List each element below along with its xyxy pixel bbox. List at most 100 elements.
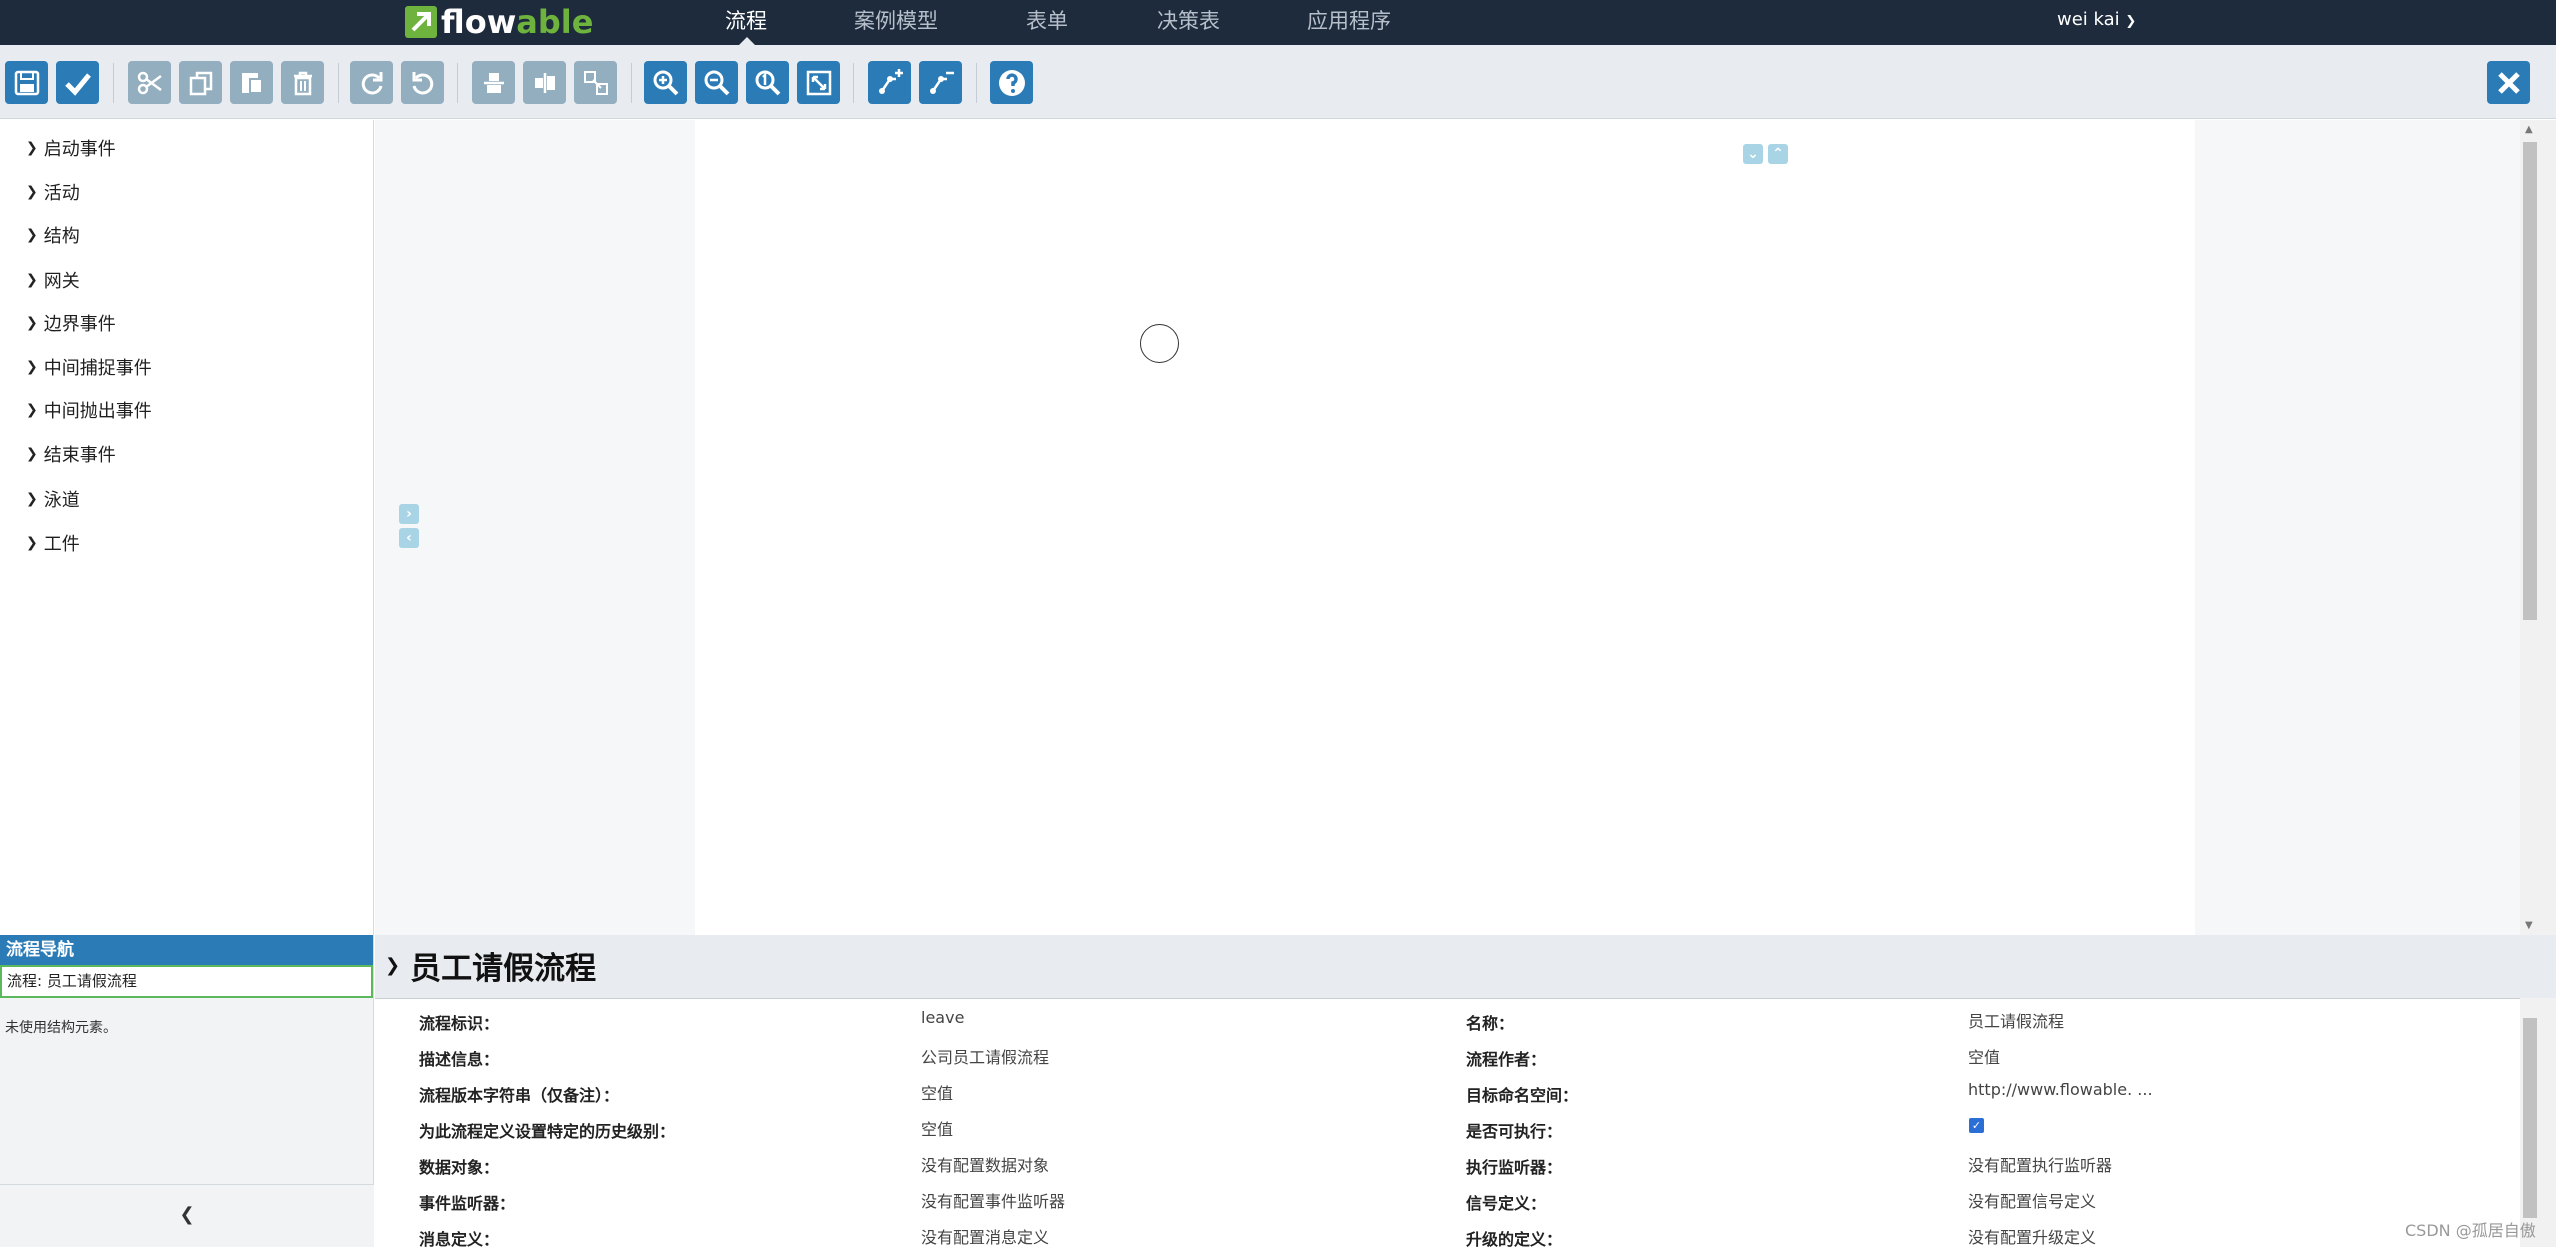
nav-tab-apps[interactable]: 应用程序 — [1307, 0, 1391, 45]
help-button[interactable] — [990, 61, 1033, 104]
logo-text: flowable — [441, 3, 594, 41]
scroll-down-icon[interactable]: ▼ — [2525, 920, 2533, 931]
properties-scrollbar[interactable] — [2520, 998, 2556, 1247]
active-tab-indicator — [739, 37, 755, 45]
property-label: 流程标识： — [419, 1014, 500, 1033]
property-label: 描述信息： — [419, 1050, 500, 1069]
collapse-navigator-button[interactable]: ❮ — [0, 1184, 374, 1247]
property-value-process-id[interactable]: leave — [921, 1008, 964, 1027]
canvas-area[interactable]: ⌄ ⌃ › ‹ — [375, 120, 2520, 935]
close-editor-button[interactable] — [2487, 61, 2530, 104]
save-button[interactable] — [5, 61, 48, 104]
scrollbar-thumb[interactable] — [2523, 1018, 2537, 1218]
chevron-right-icon: ❯ — [26, 402, 38, 418]
property-label: 信号定义： — [1466, 1194, 1547, 1213]
executable-checkbox[interactable]: ✓ — [1969, 1118, 1984, 1133]
chevron-right-icon: ❯ — [26, 227, 38, 243]
chevron-right-icon: ❯ — [26, 184, 38, 200]
expand-right-icon[interactable]: › — [399, 504, 419, 524]
navigator-title: 流程导航 — [0, 935, 373, 965]
nav-tab-case-model[interactable]: 案例模型 — [854, 0, 938, 45]
copy-button[interactable] — [179, 61, 222, 104]
nav-tab-decision-tables[interactable]: 决策表 — [1157, 0, 1220, 45]
palette-group-activities[interactable]: ❯ 活动 — [26, 179, 80, 205]
property-value-target-namespace[interactable]: http://www.flowable. ... — [1968, 1080, 2153, 1099]
palette-group-intermediate-catching[interactable]: ❯ 中间捕捉事件 — [26, 354, 152, 380]
align-horizontal-icon — [483, 72, 504, 93]
property-value-history-level[interactable]: 空值 — [921, 1116, 953, 1140]
property-value-message-definitions[interactable]: 没有配置消息定义 — [921, 1224, 1049, 1248]
cut-button[interactable] — [128, 61, 171, 104]
align-vertical-icon — [534, 72, 555, 93]
align-horizontal-button[interactable] — [472, 61, 515, 104]
same-size-icon — [583, 70, 608, 95]
palette-group-swimlanes[interactable]: ❯ 泳道 — [26, 486, 80, 512]
top-navbar: flowable 流程 案例模型 表单 决策表 应用程序 wei kai ❯ — [0, 0, 2556, 45]
chevron-down-icon: ❯ — [2125, 14, 2137, 29]
watermark: CSDN @孤居自傲 — [2405, 1221, 2536, 1240]
redo-button[interactable] — [350, 61, 393, 104]
properties-header[interactable]: ❯ 员工请假流程 — [385, 945, 597, 987]
zoom-in-icon — [653, 70, 678, 95]
zoom-fit-button[interactable] — [797, 61, 840, 104]
chevron-right-icon: ❯ — [26, 535, 38, 551]
start-event-shape[interactable] — [1140, 324, 1179, 363]
palette-group-end-events[interactable]: ❯ 结束事件 — [26, 441, 116, 467]
add-bendpoint-button[interactable] — [868, 61, 911, 104]
property-label: 事件监听器： — [419, 1194, 516, 1213]
property-value-escalation-definitions[interactable]: 没有配置升级定义 — [1968, 1224, 2096, 1248]
property-value-version[interactable]: 空值 — [921, 1080, 953, 1104]
zoom-out-button[interactable] — [695, 61, 738, 104]
help-icon — [998, 69, 1025, 96]
property-label: 目标命名空间： — [1466, 1086, 1579, 1105]
close-icon — [2497, 71, 2520, 94]
flowable-logo[interactable]: flowable — [405, 2, 593, 42]
user-name: wei kai — [2057, 9, 2120, 30]
property-label: 消息定义： — [419, 1230, 500, 1249]
scroll-up-icon[interactable]: ▲ — [2525, 124, 2533, 135]
collapse-up-icon[interactable]: ⌃ — [1768, 144, 1788, 164]
undo-icon — [412, 71, 433, 94]
palette-group-start-events[interactable]: ❯ 启动事件 — [26, 135, 116, 161]
navigator-process-item[interactable]: 流程: 员工请假流程 — [0, 965, 373, 998]
remove-bendpoint-button[interactable] — [919, 61, 962, 104]
toolbar-separator — [976, 63, 977, 103]
delete-button[interactable] — [281, 61, 324, 104]
property-label: 执行监听器： — [1466, 1158, 1563, 1177]
palette-group-structural[interactable]: ❯ 结构 — [26, 222, 80, 248]
palette-group-artifacts[interactable]: ❯ 工件 — [26, 530, 80, 556]
diagram-canvas[interactable]: ⌄ ⌃ — [695, 120, 2195, 935]
zoom-actual-button[interactable] — [746, 61, 789, 104]
canvas-scrollbar[interactable]: ▲ ▼ — [2520, 120, 2556, 935]
property-value-execution-listeners[interactable]: 没有配置执行监听器 — [1968, 1152, 2112, 1176]
properties-title: 员工请假流程 — [410, 950, 597, 987]
collapse-left-icon[interactable]: ‹ — [399, 528, 419, 548]
property-value-signal-definitions[interactable]: 没有配置信号定义 — [1968, 1188, 2096, 1212]
validate-button[interactable] — [56, 61, 99, 104]
zoom-actual-icon — [755, 70, 780, 95]
undo-button[interactable] — [401, 61, 444, 104]
check-icon — [64, 72, 91, 96]
nav-tab-forms[interactable]: 表单 — [1026, 0, 1068, 45]
palette-group-intermediate-throwing[interactable]: ❯ 中间抛出事件 — [26, 397, 152, 423]
property-value-author[interactable]: 空值 — [1968, 1044, 2000, 1068]
zoom-in-button[interactable] — [644, 61, 687, 104]
expand-down-icon[interactable]: ⌄ — [1743, 144, 1763, 164]
property-value-data-objects[interactable]: 没有配置数据对象 — [921, 1152, 1049, 1176]
chevron-right-icon: ❯ — [26, 140, 38, 156]
paste-button[interactable] — [230, 61, 273, 104]
align-vertical-button[interactable] — [523, 61, 566, 104]
same-size-button[interactable] — [574, 61, 617, 104]
user-menu[interactable]: wei kai ❯ — [2057, 0, 2136, 45]
zoom-fit-icon — [806, 70, 831, 95]
save-icon — [14, 70, 39, 95]
palette-group-boundary-events[interactable]: ❯ 边界事件 — [26, 310, 116, 336]
property-value-event-listeners[interactable]: 没有配置事件监听器 — [921, 1188, 1065, 1212]
property-value-name[interactable]: 员工请假流程 — [1968, 1008, 2064, 1032]
remove-bendpoint-icon — [929, 71, 954, 94]
property-label: 流程版本字符串（仅备注）： — [419, 1086, 620, 1105]
scrollbar-thumb[interactable] — [2523, 142, 2537, 620]
palette-group-gateways[interactable]: ❯ 网关 — [26, 267, 80, 293]
redo-icon — [361, 71, 382, 94]
property-value-description[interactable]: 公司员工请假流程 — [921, 1044, 1049, 1068]
